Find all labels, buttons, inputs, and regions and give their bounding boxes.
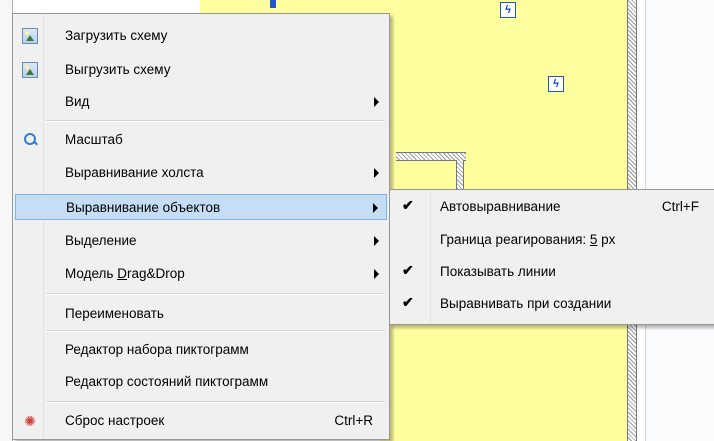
menu-item-label: Редактор состояний пиктограмм xyxy=(65,374,269,389)
submenu-item-show-lines[interactable]: ✔ Показывать линии xyxy=(392,259,713,285)
image-icon xyxy=(22,62,38,78)
search-icon xyxy=(22,132,38,148)
menu-item-label: Показывать линии xyxy=(440,264,556,279)
context-menu: Загрузить схему Выгрузить схему Вид Масш… xyxy=(12,13,390,440)
submenu-arrow-icon xyxy=(374,168,379,178)
object-align-submenu: ✔ Автовыравнивание Ctrl+F Граница реагир… xyxy=(389,189,714,325)
submenu-item-reaction-border[interactable]: Граница реагирования: 5 px xyxy=(392,227,713,253)
menu-item-label: Редактор набора пиктограмм xyxy=(65,342,249,357)
menu-item-label: Масштаб xyxy=(65,132,123,147)
menu-item-label: Сброс настроек xyxy=(65,413,165,428)
menu-item-view[interactable]: Вид xyxy=(15,89,387,115)
menu-item-label: Модель Drag&Drop xyxy=(65,266,185,281)
menu-item-icon-set-editor[interactable]: Редактор набора пиктограмм xyxy=(15,337,387,363)
menu-item-scale[interactable]: Масштаб xyxy=(15,127,387,153)
menu-item-label: Граница реагирования: 5 px xyxy=(440,232,616,247)
menu-item-label: Загрузить схему xyxy=(65,28,168,43)
object-marker xyxy=(270,0,276,8)
check-icon: ✔ xyxy=(402,197,414,213)
check-icon: ✔ xyxy=(402,294,414,310)
image-icon xyxy=(22,28,38,44)
menu-item-selection[interactable]: Выделение xyxy=(15,228,387,254)
check-icon: ✔ xyxy=(402,262,414,278)
canvas-yellow-area-top xyxy=(200,0,390,14)
menu-item-label: Выравнивание холста xyxy=(65,165,204,180)
menu-item-canvas-align[interactable]: Выравнивание холста xyxy=(15,160,387,186)
menu-separator xyxy=(46,330,385,332)
menu-item-label: Вид xyxy=(65,94,90,109)
submenu-item-auto-align[interactable]: ✔ Автовыравнивание Ctrl+F xyxy=(392,194,713,220)
menu-item-icon-state-editor[interactable]: Редактор состояний пиктограмм xyxy=(15,369,387,395)
menu-item-shortcut: Ctrl+R xyxy=(334,413,373,428)
menu-item-object-align[interactable]: Выравнивание объектов xyxy=(15,194,387,220)
gear-icon: ✺ xyxy=(24,413,36,429)
menu-item-shortcut: Ctrl+F xyxy=(661,199,699,214)
menu-item-reset-settings[interactable]: ✺ Сброс настроек Ctrl+R xyxy=(15,408,387,434)
menu-item-dragdrop-model[interactable]: Модель Drag&Drop xyxy=(15,261,387,287)
submenu-arrow-icon xyxy=(374,97,379,107)
menu-item-rename[interactable]: Переименовать xyxy=(15,301,387,327)
submenu-arrow-icon xyxy=(374,269,379,279)
menu-item-label: Переименовать xyxy=(65,306,164,321)
menu-separator xyxy=(46,401,385,403)
submenu-arrow-icon xyxy=(373,203,378,213)
menu-separator xyxy=(46,120,385,122)
menu-item-label: Выделение xyxy=(65,233,137,248)
lightning-object-icon[interactable]: ϟ xyxy=(500,2,516,18)
menu-item-load-scheme[interactable]: Загрузить схему xyxy=(15,23,387,49)
menu-item-label: Выравнивать при создании xyxy=(440,296,612,311)
menu-item-unload-scheme[interactable]: Выгрузить схему xyxy=(15,57,387,83)
menu-item-label: Автовыравнивание xyxy=(440,199,561,214)
menu-item-label: Выравнивание объектов xyxy=(66,200,221,215)
submenu-item-align-on-create[interactable]: ✔ Выравнивать при создании xyxy=(392,291,713,317)
lightning-object-icon[interactable]: ϟ xyxy=(548,76,564,92)
menu-separator xyxy=(46,293,385,295)
menu-item-label: Выгрузить схему xyxy=(65,62,171,77)
submenu-arrow-icon xyxy=(374,236,379,246)
